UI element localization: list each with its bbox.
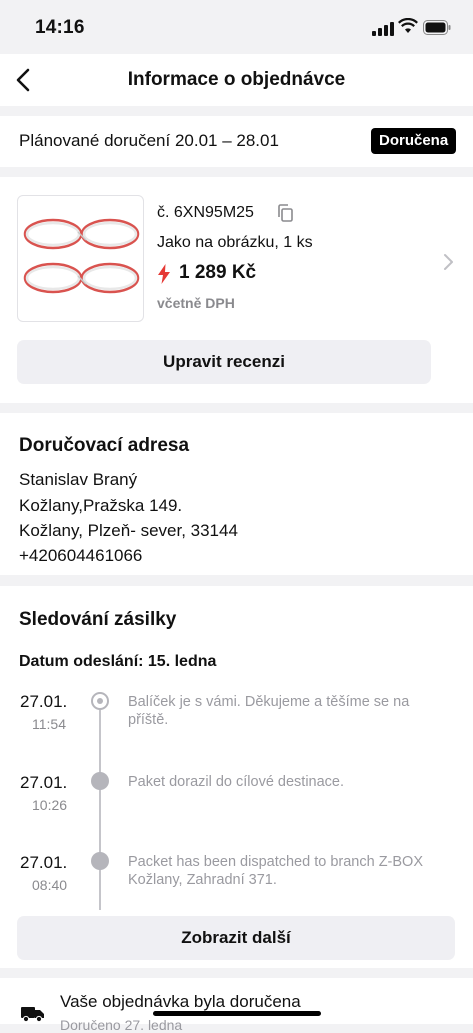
event-text: Paket dorazil do cílové destinace.: [128, 774, 345, 790]
battery-icon: [423, 20, 451, 35]
timeline-dot: [91, 852, 109, 870]
product-image[interactable]: [17, 195, 144, 322]
order-number: č. 6XN95M25: [157, 204, 254, 221]
edit-review-button[interactable]: Upravit recenzi: [17, 340, 431, 384]
tracking-title: Sledování zásilky: [19, 609, 177, 630]
event-date: 27.01.: [20, 853, 68, 872]
address-city: Kožlany, Plzeň- sever, 33144: [19, 521, 238, 540]
vat-note: včetně DPH: [157, 295, 235, 311]
ship-date: Datum odeslání: 15. ledna: [19, 653, 217, 670]
address-street: Kožlany,Pražska 149.: [19, 496, 183, 515]
event-text: Balíček je s vámi. Děkujeme a těšíme se …: [128, 694, 410, 728]
product-price: 1 289 Kč: [179, 262, 257, 283]
status-time: 14:16: [35, 17, 85, 38]
show-more-button[interactable]: Zobrazit další: [17, 916, 455, 960]
event-text: Packet has been dispatched to branch Z-B…: [128, 854, 424, 888]
timeline-dot-current: [91, 692, 109, 710]
wifi-icon: [398, 18, 418, 33]
event-time: 10:26: [32, 797, 68, 813]
event-time: 08:40: [32, 877, 68, 893]
truck-icon: [21, 1007, 44, 1023]
address-name: Stanislav Braný: [19, 470, 138, 489]
delivered-subtext: Doručeno 27. ledna: [60, 1017, 183, 1033]
address-phone: +420604461066: [19, 546, 143, 565]
delivered-text: Vaše objednávka byla doručena: [60, 992, 301, 1011]
status-badge: Doručena: [371, 128, 457, 154]
copy-icon[interactable]: [275, 203, 295, 223]
lightning-icon: [158, 264, 170, 284]
product-variant: Jako na obrázku, 1 ks: [157, 234, 313, 251]
cellular-signal-icon: [372, 22, 394, 36]
event-date: 27.01.: [20, 692, 68, 711]
planned-delivery: Plánované doručení 20.01 – 28.01: [19, 131, 279, 150]
timeline-line: [99, 700, 101, 910]
home-indicator[interactable]: [153, 1011, 321, 1016]
cable-rings-illustration: [23, 218, 140, 294]
chevron-right-icon[interactable]: [441, 252, 455, 272]
timeline-dot: [91, 772, 109, 790]
event-date: 27.01.: [20, 773, 68, 792]
event-time: 11:54: [32, 716, 66, 732]
address-title: Doručovací adresa: [19, 435, 190, 456]
page-title: Informace o objednávce: [127, 69, 346, 90]
